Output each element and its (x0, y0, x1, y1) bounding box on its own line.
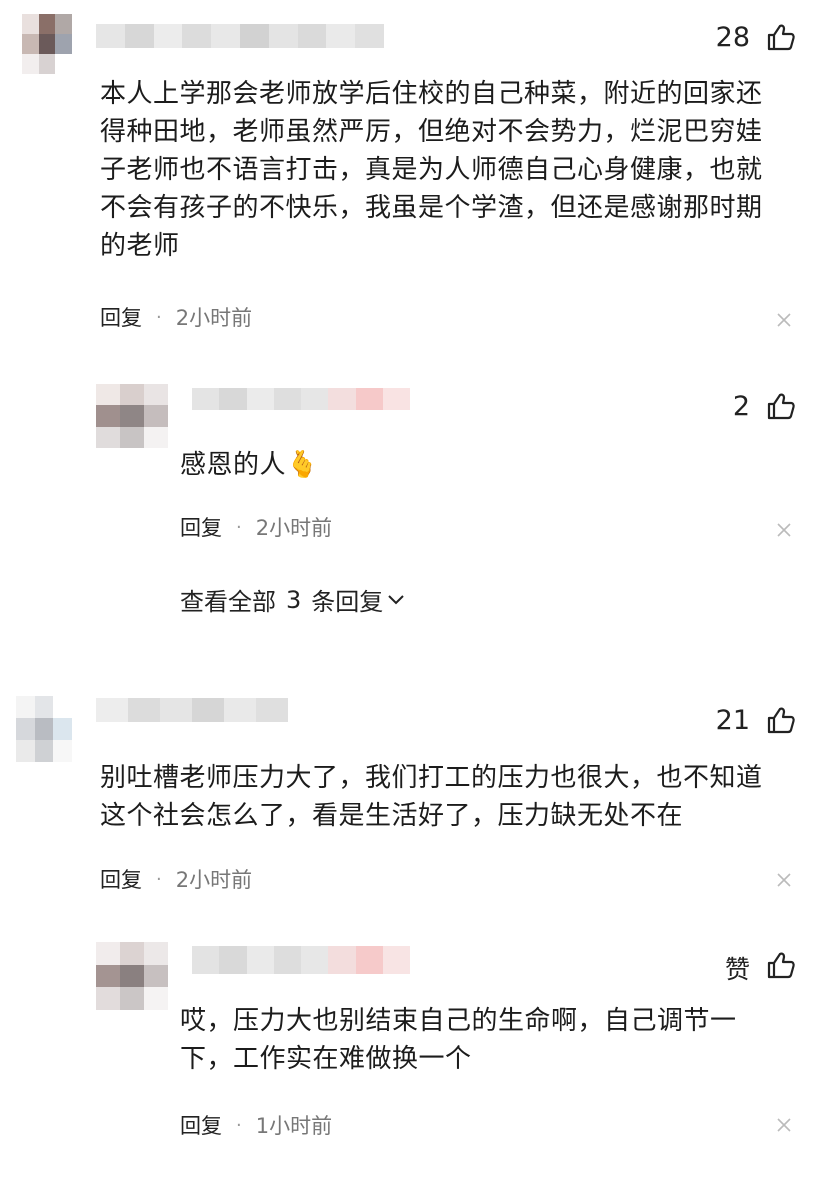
like-count: 21 (715, 705, 750, 736)
comment-line: 不会有孩子的不快乐，我虽是个学渣，但还是感谢那时期 (100, 193, 763, 223)
separator-dot: · (156, 306, 162, 328)
username-censored[interactable] (96, 698, 288, 722)
avatar[interactable] (96, 942, 168, 1010)
avatar[interactable] (96, 384, 168, 448)
username-censored[interactable] (96, 24, 384, 48)
view-all-prefix: 查看全部 (180, 588, 276, 616)
close-icon[interactable] (777, 523, 791, 537)
close-icon[interactable] (777, 873, 791, 887)
reply-button[interactable]: 回复 (180, 1110, 222, 1140)
thumbs-up-icon[interactable] (766, 705, 796, 735)
thumbs-up-icon[interactable] (766, 391, 796, 421)
separator-dot: · (236, 1114, 242, 1136)
username-censored[interactable] (192, 946, 410, 974)
comment-line: 子老师也不语言打击，真是为人师德自己心身健康，也就 (100, 155, 763, 185)
comment-meta: 回复 · 2小时前 (100, 302, 252, 332)
comment-text: 本人上学那会老师放学后住校的自己种菜，附近的回家还 得种田地，老师虽然严厉，但绝… (100, 75, 805, 265)
comment-line: 这个社会怎么了，看是生活好了，压力缺无处不在 (100, 801, 684, 831)
comment-meta: 回复 · 2小时前 (100, 864, 252, 894)
timestamp: 2小时前 (175, 868, 253, 892)
reply-text-content: 感恩的人 (180, 450, 287, 480)
reply-button[interactable]: 回复 (100, 864, 142, 894)
comment-line: 的老师 (100, 231, 180, 261)
view-all-replies-link[interactable]: 查看全部 3 条回复 (180, 582, 405, 617)
reply-line: 哎，压力大也别结束自己的生命啊，自己调节一 (180, 1006, 737, 1036)
close-icon[interactable] (777, 1118, 791, 1132)
view-all-suffix: 条回复 (311, 588, 384, 616)
separator-dot: · (236, 516, 242, 538)
reply-button[interactable]: 回复 (100, 302, 142, 332)
reply-meta: 回复 · 1小时前 (180, 1110, 332, 1140)
timestamp: 2小时前 (255, 516, 333, 540)
chevron-down-icon (388, 594, 404, 604)
avatar[interactable] (22, 14, 72, 74)
comment-text: 别吐槽老师压力大了，我们打工的压力也很大，也不知道 这个社会怎么了，看是生活好了… (100, 759, 805, 835)
view-all-count: 3 (286, 585, 302, 614)
avatar[interactable] (16, 696, 72, 762)
timestamp: 2小时前 (175, 306, 253, 330)
comment-line: 本人上学那会老师放学后住校的自己种菜，附近的回家还 (100, 79, 763, 109)
comment-line: 别吐槽老师压力大了，我们打工的压力也很大，也不知道 (100, 763, 763, 793)
reply-button[interactable]: 回复 (180, 512, 222, 542)
like-label: 赞 (724, 955, 750, 984)
timestamp: 1小时前 (255, 1114, 333, 1138)
username-censored[interactable] (192, 388, 410, 410)
comment-line: 得种田地，老师虽然严厉，但绝对不会势力，烂泥巴穷娃 (100, 117, 763, 147)
like-count: 2 (732, 391, 750, 422)
close-icon[interactable] (777, 313, 791, 327)
reply-line: 下，工作实在难做换一个 (180, 1044, 472, 1074)
reply-text: 哎，压力大也别结束自己的生命啊，自己调节一 下，工作实在难做换一个 (180, 1002, 780, 1078)
thumbs-up-icon[interactable] (766, 22, 796, 52)
thumbs-up-icon[interactable] (766, 950, 796, 980)
reply-meta: 回复 · 2小时前 (180, 512, 332, 542)
separator-dot: · (156, 868, 162, 890)
like-count: 28 (715, 22, 750, 53)
finger-heart-emoji: 🫰 (286, 450, 319, 480)
reply-text: 感恩的人🫰 (180, 446, 319, 484)
